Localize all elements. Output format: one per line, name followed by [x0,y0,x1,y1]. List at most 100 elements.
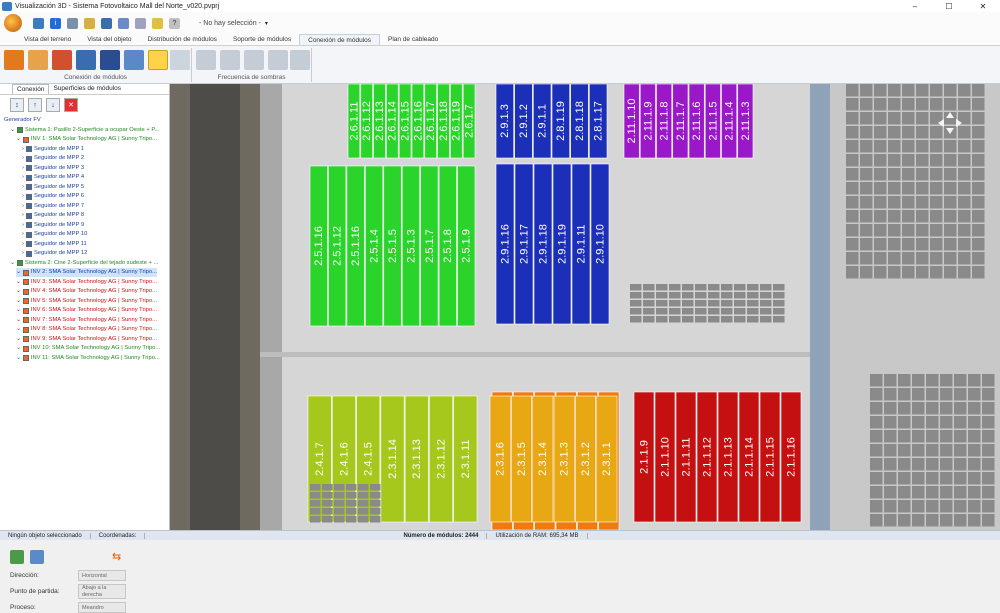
grey-module[interactable] [982,374,995,387]
grey-module[interactable] [888,140,901,153]
grey-module[interactable] [695,292,707,299]
tree-item[interactable]: ⌄ INV 3: SMA Solar Technology AG | Sunny … [16,278,157,287]
grey-module[interactable] [888,266,901,279]
chevron-icon[interactable]: ⌄ [16,297,21,306]
grey-module[interactable] [968,444,981,457]
grey-module[interactable] [656,308,668,315]
grey-module[interactable] [930,252,943,265]
grey-module[interactable] [972,168,985,181]
grey-module[interactable] [874,224,887,237]
grey-module[interactable] [940,458,953,471]
tree-item[interactable]: ⌄ INV 1: SMA Solar Technology AG | Sunny … [16,135,157,144]
grey-module[interactable] [898,388,911,401]
grey-module[interactable] [669,284,681,291]
grey-module[interactable] [846,126,859,139]
grey-module[interactable] [972,154,985,167]
grey-module[interactable] [334,516,345,523]
grey-module[interactable] [926,444,939,457]
grey-module[interactable] [898,472,911,485]
grey-module[interactable] [682,292,694,299]
grey-module[interactable] [370,500,381,507]
grey-module[interactable] [370,484,381,491]
edit-string-icon[interactable] [124,50,144,70]
chevron-icon[interactable]: ⌄ [16,135,21,144]
chevron-icon[interactable]: ⌄ [16,325,21,334]
chevron-icon[interactable]: › [22,221,24,230]
grey-module[interactable] [695,308,707,315]
grey-module[interactable] [884,500,897,513]
grey-module[interactable] [630,316,642,323]
grey-module[interactable] [346,516,357,523]
tree-item[interactable]: ⌄ INV 9: SMA Solar Technology AG | Sunny … [16,335,157,344]
grey-module[interactable] [958,126,971,139]
grey-module[interactable] [334,492,345,499]
grey-module[interactable] [358,516,369,523]
grey-module[interactable] [760,300,772,307]
grey-module[interactable] [656,300,668,307]
grey-module[interactable] [760,284,772,291]
grey-module[interactable] [982,472,995,485]
grey-module[interactable] [916,126,929,139]
grey-module[interactable] [708,308,720,315]
grey-module[interactable] [912,486,925,499]
grey-module[interactable] [958,182,971,195]
grey-module[interactable] [930,182,943,195]
grey-module[interactable] [346,492,357,499]
tool-icon[interactable] [118,17,129,29]
grey-module[interactable] [944,168,957,181]
tab-terrain[interactable]: Vista del terreno [16,34,79,45]
grey-module[interactable] [958,224,971,237]
grey-module[interactable] [643,316,655,323]
grey-module[interactable] [656,284,668,291]
grey-module[interactable] [898,430,911,443]
help-icon[interactable]: ? [169,17,180,29]
grey-module[interactable] [682,284,694,291]
chevron-icon[interactable]: ⌄ [10,126,15,135]
grey-module[interactable] [370,508,381,515]
chevron-icon[interactable]: › [22,240,24,249]
grey-module[interactable] [916,238,929,251]
chevron-icon[interactable]: ⌄ [16,287,21,296]
grey-module[interactable] [972,224,985,237]
grey-module[interactable] [760,316,772,323]
grey-module[interactable] [926,388,939,401]
chevron-icon[interactable]: ⌄ [16,344,21,353]
grey-module[interactable] [912,374,925,387]
grey-module[interactable] [310,516,321,523]
grey-module[interactable] [346,500,357,507]
tree-item[interactable]: ⌄ INV 10: SMA Solar Technology AG | Sunny… [16,344,160,353]
grey-module[interactable] [888,84,901,97]
grey-module[interactable] [884,374,897,387]
grey-module[interactable] [334,484,345,491]
grey-module[interactable] [940,444,953,457]
grey-module[interactable] [884,402,897,415]
grey-module[interactable] [643,308,655,315]
grey-module[interactable] [930,266,943,279]
grey-module[interactable] [708,284,720,291]
grey-module[interactable] [860,168,873,181]
chevron-icon[interactable]: › [22,183,24,192]
tab-cabling[interactable]: Plan de cableado [380,34,446,45]
grey-module[interactable] [334,508,345,515]
expand-icon[interactable]: ↕ [10,98,24,112]
grey-module[interactable] [888,196,901,209]
grey-module[interactable] [912,458,925,471]
grey-module[interactable] [888,168,901,181]
grey-module[interactable] [860,238,873,251]
grey-module[interactable] [898,416,911,429]
grey-module[interactable] [860,210,873,223]
grey-module[interactable] [958,210,971,223]
grey-module[interactable] [944,196,957,209]
grey-module[interactable] [898,486,911,499]
grey-module[interactable] [982,514,995,527]
grey-module[interactable] [972,266,985,279]
grey-module[interactable] [669,316,681,323]
tree-item[interactable]: ⌄ Sistema 1: Pasillo 2-Superficie a ocupa… [10,126,159,135]
grey-module[interactable] [874,112,887,125]
grey-module[interactable] [916,224,929,237]
grey-module[interactable] [874,238,887,251]
info-icon[interactable]: i [50,17,61,29]
grey-module[interactable] [930,224,943,237]
grey-module[interactable] [846,84,859,97]
grey-module[interactable] [888,112,901,125]
